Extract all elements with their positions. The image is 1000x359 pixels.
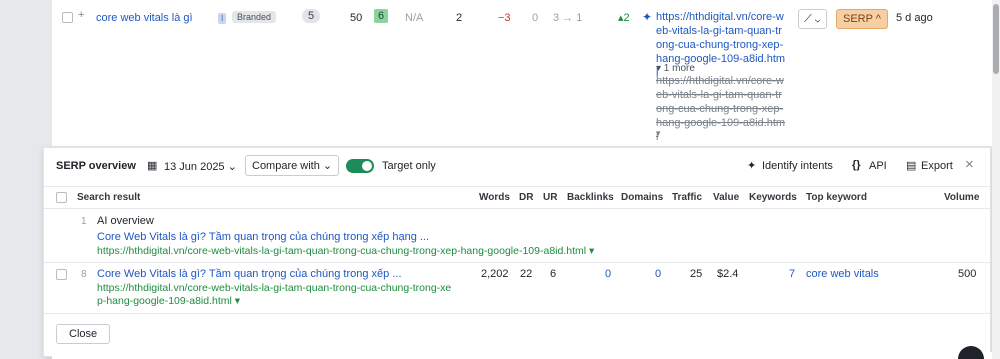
api-button[interactable]: API bbox=[869, 160, 887, 172]
target-only-label: Target only bbox=[382, 160, 436, 172]
keywords-value[interactable]: 7 bbox=[789, 268, 795, 280]
ai-overview-label: AI overview bbox=[97, 215, 154, 227]
scrollbar[interactable] bbox=[992, 0, 1000, 359]
traffic-value: 25 bbox=[690, 268, 703, 280]
col-top-keyword[interactable]: Top keyword bbox=[806, 192, 867, 203]
next-row-strip bbox=[52, 352, 992, 359]
close-button[interactable]: Close bbox=[56, 324, 111, 344]
export-button[interactable]: Export bbox=[921, 160, 953, 172]
volume-value: 500 bbox=[958, 268, 977, 280]
domains-value[interactable]: 0 bbox=[655, 268, 661, 280]
col-traffic[interactable]: Traffic bbox=[672, 192, 702, 203]
select-all-checkbox[interactable] bbox=[56, 192, 67, 203]
target-only-toggle[interactable] bbox=[346, 159, 374, 173]
tp-badge: 6 bbox=[374, 9, 389, 23]
col-value[interactable]: Value bbox=[713, 192, 739, 203]
backlinks-value[interactable]: 0 bbox=[605, 268, 611, 280]
kd-badge: 5 bbox=[302, 9, 321, 23]
calendar-icon: ▦ bbox=[147, 160, 158, 172]
row-checkbox[interactable] bbox=[56, 269, 67, 280]
col-domains[interactable]: Domains bbox=[621, 192, 663, 203]
col-words[interactable]: Words bbox=[479, 192, 510, 203]
intent-tag: I bbox=[218, 11, 227, 26]
row-checkbox[interactable] bbox=[62, 12, 73, 23]
result-url-line1[interactable]: https://hthdigital.vn/core-web-vitals-la… bbox=[97, 282, 451, 294]
col-ur[interactable]: UR bbox=[543, 192, 557, 203]
updated-time: 5 d ago bbox=[896, 12, 933, 24]
sparkles-icon: ✦ bbox=[747, 160, 757, 172]
chart-dropdown[interactable]: ⟋ ⌄ bbox=[798, 9, 827, 29]
col-volume[interactable]: Volume bbox=[944, 192, 979, 203]
position-value: 2 bbox=[456, 12, 463, 24]
row-position: 1 bbox=[81, 216, 87, 227]
words-value: 2,202 bbox=[481, 268, 509, 280]
close-icon[interactable]: × bbox=[965, 156, 974, 173]
code-braces-icon: {} bbox=[852, 159, 861, 171]
volume-value: 50 bbox=[350, 12, 363, 24]
na-value: N/A bbox=[405, 12, 424, 24]
url-old[interactable]: https://hthdigital.vn/core-web-vitals-la… bbox=[656, 74, 786, 144]
result-title-link[interactable]: Core Web Vitals là gì? Tầm quan trọng củ… bbox=[97, 231, 429, 243]
result-url[interactable]: https://hthdigital.vn/core-web-vitals-la… bbox=[97, 245, 594, 257]
row-position: 8 bbox=[81, 269, 87, 280]
compare-dropdown[interactable]: Compare with ⌄ bbox=[245, 155, 340, 176]
top-keyword-link[interactable]: core web vitals bbox=[806, 268, 879, 280]
col-dr[interactable]: DR bbox=[519, 192, 533, 203]
panel-title: SERP overview bbox=[56, 160, 136, 172]
keyword-row: + core web vitals là gì I Branded 5 50 6… bbox=[52, 0, 992, 146]
col-backlinks[interactable]: Backlinks bbox=[567, 192, 614, 203]
result-title-link[interactable]: Core Web Vitals là gì? Tầm quan trọng củ… bbox=[97, 268, 402, 280]
branded-tag: Branded bbox=[232, 10, 277, 24]
export-icon: ▤ bbox=[906, 160, 917, 172]
date-selector[interactable]: 13 Jun 2025 ⌄ bbox=[164, 160, 237, 173]
result-url-line2[interactable]: p-hang-google-109-a8id.html ▾ bbox=[97, 295, 240, 307]
ur-value: 6 bbox=[550, 268, 557, 280]
position-change: 3 → 1 bbox=[553, 12, 583, 24]
col-search-result[interactable]: Search result bbox=[77, 192, 140, 203]
change-value: −3 bbox=[498, 12, 511, 24]
add-icon[interactable]: + bbox=[78, 8, 84, 22]
sparkle-icon: ✦ bbox=[642, 10, 653, 24]
up-change: ▴2 bbox=[618, 12, 630, 24]
url-old-caret[interactable]: ▾ bbox=[656, 126, 661, 140]
dr-value: 22 bbox=[520, 268, 533, 280]
value-value: $2.4 bbox=[717, 268, 739, 280]
serp-overview-panel: SERP overview ▦ 13 Jun 2025 ⌄ Compare wi… bbox=[43, 147, 991, 357]
serp-button[interactable]: SERP ^ bbox=[836, 9, 888, 29]
keyword-link[interactable]: core web vitals là gì bbox=[96, 11, 193, 25]
col-keywords[interactable]: Keywords bbox=[749, 192, 797, 203]
scroll-thumb[interactable] bbox=[993, 4, 999, 74]
identify-intents-button[interactable]: Identify intents bbox=[762, 160, 833, 172]
zero-value: 0 bbox=[532, 12, 539, 24]
